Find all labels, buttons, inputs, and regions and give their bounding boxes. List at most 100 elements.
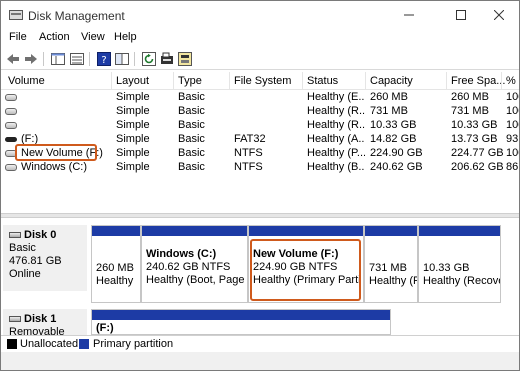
- disk-0-partition[interactable]: 260 MB Healthy: [91, 225, 141, 303]
- partition-status: Healthy (Recove: [423, 275, 501, 287]
- volume-percent-free: 100: [506, 119, 519, 131]
- volume-percent-free: 100: [506, 147, 519, 159]
- drive-icon: [5, 164, 17, 171]
- disk-properties-icon[interactable]: [177, 51, 193, 67]
- svg-text:?: ?: [101, 55, 106, 66]
- view-pane-icon[interactable]: [114, 51, 130, 67]
- title-bar[interactable]: Disk Management: [1, 1, 519, 29]
- primary-partition-bar: [92, 226, 140, 236]
- partition-status: Healthy: [96, 275, 134, 287]
- disk-size: 476.81 GB: [9, 255, 62, 267]
- volume-free-space: 731 MB: [451, 105, 489, 117]
- disk-0-partition-recovery[interactable]: 10.33 GB Healthy (Recove: [418, 225, 501, 303]
- partition-size: 731 MB: [369, 262, 407, 274]
- volume-layout: Simple: [116, 133, 150, 145]
- pane-splitter[interactable]: [1, 213, 519, 218]
- disk-1-partition[interactable]: (F:): [91, 309, 391, 335]
- disk-1-label[interactable]: Disk 1 Removable: [3, 309, 87, 338]
- menu-help[interactable]: Help: [114, 31, 137, 43]
- disk-0-label[interactable]: Disk 0 Basic 476.81 GB Online: [3, 225, 87, 291]
- drive-icon: [5, 94, 17, 101]
- disk-name: Disk 1: [24, 313, 57, 325]
- volume-file-system: NTFS: [234, 147, 263, 159]
- primary-partition-bar: [92, 310, 390, 320]
- close-icon: [494, 10, 504, 20]
- back-arrow-icon[interactable]: [5, 51, 21, 67]
- column-divider[interactable]: [173, 72, 174, 90]
- properties-list-icon[interactable]: [69, 51, 85, 67]
- column-file-system[interactable]: File System: [234, 75, 291, 87]
- primary-partition-bar: [419, 226, 500, 236]
- volume-row[interactable]: Simple Basic Healthy (R... 10.33 GB 10.3…: [1, 119, 519, 133]
- menu-action[interactable]: Action: [39, 31, 70, 43]
- volume-type: Basic: [178, 91, 205, 103]
- column-type[interactable]: Type: [178, 75, 202, 87]
- removable-drive-icon: [5, 137, 17, 142]
- partition-name: (F:): [96, 322, 114, 334]
- volume-row[interactable]: Simple Basic Healthy (E... 260 MB 260 MB…: [1, 91, 519, 105]
- legend: Unallocated Primary partition: [1, 335, 519, 351]
- column-divider[interactable]: [111, 72, 112, 90]
- maximize-icon: [456, 10, 466, 20]
- column-volume[interactable]: Volume: [8, 75, 45, 87]
- disk-state: Online: [9, 268, 41, 280]
- column-capacity[interactable]: Capacity: [370, 75, 413, 87]
- volume-list-header: Volume Layout Type File System Status Ca…: [1, 72, 519, 90]
- menu-bar: File Action View Help: [1, 29, 519, 47]
- partition-status: Healthy (R: [369, 275, 418, 287]
- partition-size: 240.62 GB NTFS: [146, 261, 231, 273]
- volume-capacity: 240.62 GB: [370, 161, 423, 173]
- volume-capacity: 14.82 GB: [370, 133, 417, 145]
- new-volume-highlight: [15, 144, 97, 161]
- disk-0-partition-windows[interactable]: Windows (C:) 240.62 GB NTFS Healthy (Boo…: [141, 225, 248, 303]
- column-divider[interactable]: [501, 72, 502, 90]
- console-tree-icon[interactable]: [50, 51, 66, 67]
- disk-management-app-icon: [9, 10, 23, 20]
- refresh-icon[interactable]: [141, 51, 157, 67]
- minimize-button[interactable]: [387, 1, 431, 29]
- volume-status: Healthy (P...: [307, 147, 365, 159]
- volume-layout: Simple: [116, 161, 150, 173]
- primary-partition-bar: [142, 226, 247, 236]
- column-status[interactable]: Status: [307, 75, 338, 87]
- primary-partition-bar: [249, 226, 363, 236]
- close-button[interactable]: [477, 1, 519, 29]
- volume-row[interactable]: Simple Basic Healthy (R... 731 MB 731 MB…: [1, 105, 519, 119]
- volume-layout: Simple: [116, 119, 150, 131]
- partition-size: 10.33 GB: [423, 262, 470, 274]
- forward-arrow-icon[interactable]: [23, 51, 39, 67]
- volume-capacity: 224.90 GB: [370, 147, 423, 159]
- menu-view[interactable]: View: [81, 31, 105, 43]
- menu-file[interactable]: File: [9, 31, 27, 43]
- disk-name: Disk 0: [24, 229, 57, 241]
- volume-status: Healthy (A...: [307, 133, 365, 145]
- volume-free-space: 224.77 GB: [451, 147, 504, 159]
- volume-file-system: FAT32: [234, 133, 266, 145]
- drive-icon: [5, 122, 17, 129]
- minimize-icon: [404, 14, 414, 16]
- volume-capacity: 260 MB: [370, 91, 408, 103]
- partition-status: Healthy (Boot, Page Fi: [146, 274, 248, 286]
- volume-row[interactable]: Windows (C:) Simple Basic NTFS Healthy (…: [1, 161, 519, 175]
- partition-size: 260 MB: [96, 262, 134, 274]
- help-icon[interactable]: ?: [96, 51, 112, 67]
- volume-type: Basic: [178, 105, 205, 117]
- volume-free-space: 13.73 GB: [451, 133, 498, 145]
- column-divider[interactable]: [229, 72, 230, 90]
- column-layout[interactable]: Layout: [116, 75, 149, 87]
- toolbar-separator: [134, 52, 135, 66]
- column-divider[interactable]: [302, 72, 303, 90]
- unallocated-swatch: [7, 339, 17, 349]
- legend-primary-partition: Primary partition: [93, 338, 174, 350]
- volume-layout: Simple: [116, 91, 150, 103]
- column-divider[interactable]: [446, 72, 447, 90]
- column-percent-free[interactable]: %: [506, 75, 516, 87]
- volume-capacity: 731 MB: [370, 105, 408, 117]
- rescan-disks-icon[interactable]: [159, 51, 175, 67]
- disk-type: Basic: [9, 242, 36, 254]
- toolbar: ?: [1, 48, 519, 70]
- column-divider[interactable]: [365, 72, 366, 90]
- disk-0-partition[interactable]: 731 MB Healthy (R: [364, 225, 418, 303]
- volume-type: Basic: [178, 147, 205, 159]
- column-free-space[interactable]: Free Spa...: [451, 75, 505, 87]
